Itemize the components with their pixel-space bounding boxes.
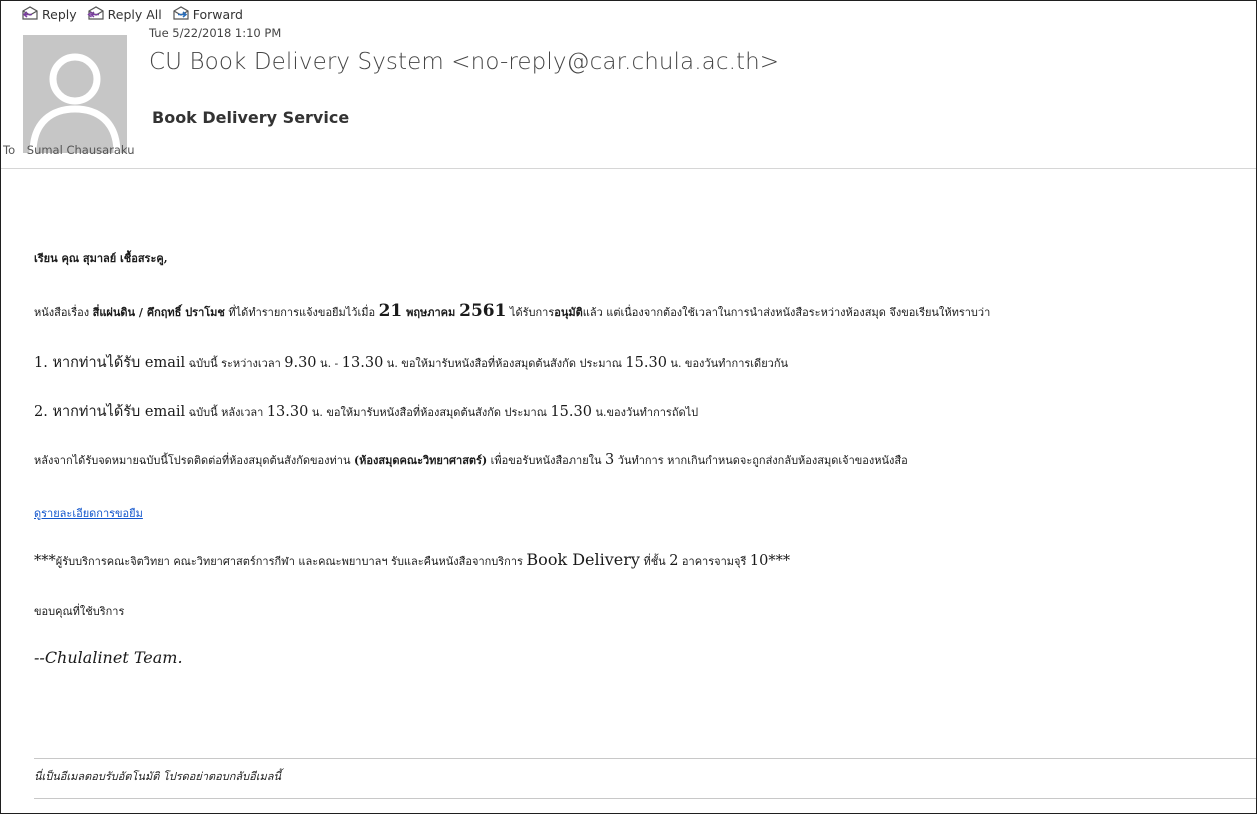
pickup-days: 3	[605, 452, 615, 468]
item2-email: email	[144, 404, 186, 420]
reply-button[interactable]: Reply	[21, 5, 77, 24]
reply-all-button[interactable]: Reply All	[87, 5, 162, 24]
note-building: 10***	[749, 553, 791, 569]
item1-time-2: 13.30	[341, 355, 384, 371]
reply-label: Reply	[42, 6, 77, 22]
to-label: To	[3, 143, 16, 157]
p1-text-d: แล้ว แต่เนื่องจากต้องใช้เวลาในการนำส่งหน…	[582, 306, 991, 319]
note-text-b: ผู้รับบริการคณะจิตวิทยา คณะวิทยาศาสตร์กา…	[55, 555, 527, 568]
sender-name[interactable]: CU Book Delivery System <no-reply@car.ch…	[149, 49, 779, 75]
greeting: เรียน คุณ สุมาลย์ เชื้อสระคู,	[34, 252, 168, 265]
item1-text-a: 1. หากท่านได้รับ	[34, 355, 145, 371]
item1-text-d: น. ขอให้มารับหนังสือที่ห้องสมุดต้นสังกัด…	[383, 357, 626, 370]
p1-text-b: ที่ได้ทำรายการแจ้งขอยืมไว้เมื่อ	[224, 306, 379, 319]
email-subject: Book Delivery Service	[152, 108, 350, 127]
forward-label: Forward	[192, 6, 243, 22]
request-month: พฤษภาคม	[402, 306, 460, 319]
sender-avatar	[23, 35, 127, 153]
book-title: สี่แผ่นดิน / คึกฤทธิ์ ปราโมช	[92, 306, 225, 319]
item1-email: email	[144, 355, 186, 371]
item2-text-c: น. ขอให้มารับหนังสือที่ห้องสมุดต้นสังกัด…	[308, 406, 551, 419]
p1-text-c: ได้รับการ	[506, 306, 555, 319]
note-text-c: ที่ชั้น	[639, 555, 670, 568]
sent-date: Tue 5/22/2018 1:10 PM	[149, 26, 282, 40]
instruction-item-1: 1. หากท่านได้รับ email ฉบับนี้ ระหว่างเว…	[34, 351, 788, 374]
item2-text-a: 2. หากท่านได้รับ	[34, 404, 145, 420]
reply-all-label: Reply All	[107, 6, 162, 22]
note-text-d: อาคารจามจุรี	[678, 555, 750, 568]
item1-text-b: ฉบับนี้ ระหว่างเวลา	[185, 357, 285, 370]
loan-details-link[interactable]: ดูรายละเอียดการขอยืม	[34, 507, 143, 520]
auto-reply-notice: นี่เป็นอีเมลตอบรับอัตโนมัติ โปรดอย่าตอบก…	[34, 770, 281, 783]
request-day: 21	[378, 301, 403, 321]
footer-divider-bottom	[34, 798, 1256, 799]
item2-time-1: 13.30	[266, 404, 309, 420]
item1-text-e: น. ของวันทำการเดียวกัน	[666, 357, 789, 370]
service-note: ***ผู้รับบริการคณะจิตวิทยา คณะวิทยาศาสตร…	[34, 550, 790, 570]
item2-text-d: น.ของวันทำการถัดไป	[591, 406, 699, 419]
item2-time-2: 15.30	[550, 404, 592, 420]
instruction-item-2: 2. หากท่านได้รับ email ฉบับนี้ หลังเวลา …	[34, 400, 698, 423]
loan-details-link-line: ดูรายละเอียดการขอยืม	[34, 502, 143, 522]
thanks-text: ขอบคุณที่ใช้บริการ	[34, 605, 125, 618]
p1-text-a: หนังสือเรื่อง	[34, 306, 93, 319]
item1-time-3: 15.30	[625, 355, 667, 371]
p3-text-c: วันทำการ หากเกินกำหนดจะถูกส่งกลับห้องสมุ…	[614, 454, 908, 467]
header-divider	[1, 168, 1256, 169]
request-year: 2561	[459, 301, 507, 321]
forward-icon	[172, 5, 190, 24]
note-service: Book Delivery	[526, 550, 640, 569]
forward-button[interactable]: Forward	[172, 5, 243, 24]
reply-icon	[21, 5, 39, 24]
recipient-line: To Sumal Chausaraku	[3, 143, 135, 157]
item1-text-c: น. -	[316, 357, 342, 370]
message-actions-toolbar: Reply Reply All Forward	[21, 3, 243, 25]
paragraph-pickup: หลังจากได้รับจดหมายฉบับนี้โปรดติดต่อที่ห…	[34, 451, 908, 469]
paragraph-approval: หนังสือเรื่อง สี่แผ่นดิน / คึกฤทธิ์ ปราโ…	[34, 301, 990, 321]
footer-divider-top	[34, 758, 1256, 759]
note-stars: ***	[34, 553, 56, 569]
email-reading-pane: Reply Reply All Forward Tue 5/22/2018 1:…	[0, 0, 1257, 814]
library-name: (ห้องสมุดคณะวิทยาศาสตร์)	[353, 454, 488, 467]
item2-text-b: ฉบับนี้ หลังเวลา	[185, 406, 267, 419]
item1-time-1: 9.30	[284, 355, 317, 371]
p3-text-b: เพื่อขอรับหนังสือภายใน	[487, 454, 606, 467]
recipient-name[interactable]: Sumal Chausaraku	[27, 143, 135, 157]
person-placeholder-icon	[23, 35, 127, 153]
reply-all-icon	[87, 5, 105, 24]
signature: --Chulalinet Team.	[34, 648, 183, 667]
approved-text: อนุมัติ	[554, 306, 583, 319]
p3-text-a: หลังจากได้รับจดหมายฉบับนี้โปรดติดต่อที่ห…	[34, 454, 354, 467]
